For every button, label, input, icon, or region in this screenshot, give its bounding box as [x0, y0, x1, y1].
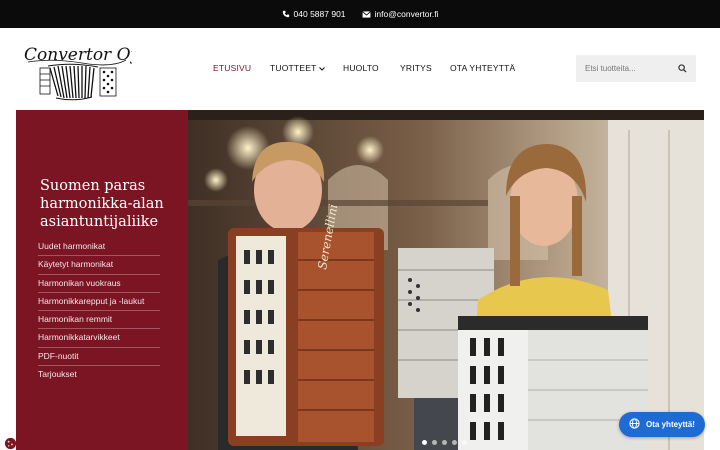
nav-item-yritys[interactable]: YRITYS [400, 63, 432, 73]
cookie-icon[interactable] [4, 437, 17, 450]
hero-section: Suomen paras harmonikka-alan asiantuntij… [16, 110, 704, 450]
phone-number: 040 5887 901 [293, 9, 346, 19]
hero-heading: Suomen paras harmonikka-alan asiantuntij… [40, 178, 164, 230]
category-item-kaytetyt[interactable]: Käytetyt harmonikat [38, 256, 160, 275]
category-menu: Uudet harmonikat Käytetyt harmonikat Har… [38, 238, 160, 384]
category-item-uudet[interactable]: Uudet harmonikat [38, 238, 160, 257]
chevron-down-icon [319, 63, 326, 73]
hero-image: Serenellini [188, 110, 704, 450]
category-item-reput[interactable]: Harmonikkarepput ja -laukut [38, 293, 160, 312]
slider-dot[interactable] [432, 440, 437, 445]
phone-icon [282, 10, 290, 18]
category-item-tarvikkeet[interactable]: Harmonikkatarvikkeet [38, 329, 160, 348]
top-bar: 040 5887 901 info@convertor.fi [0, 0, 720, 28]
category-item-vuokraus[interactable]: Harmonikan vuokraus [38, 275, 160, 293]
slider-dot[interactable] [462, 440, 467, 445]
chat-label: Ota yhteyttä! [646, 420, 695, 429]
slider-dot[interactable] [442, 440, 447, 445]
slider-dot[interactable] [422, 440, 427, 445]
nav-item-tuotteet[interactable]: TUOTTEET [270, 63, 326, 73]
category-item-remmit[interactable]: Harmonikan remmit [38, 311, 160, 330]
contact-chat-button[interactable]: Ota yhteyttä! [619, 412, 705, 437]
slider-dot[interactable] [452, 440, 457, 445]
site-logo[interactable]: Convertor Oy [22, 38, 141, 102]
site-header: Convertor Oy ETUSIVU TUOTTEET HUOLTO YRI… [0, 28, 720, 110]
phone-link[interactable]: 040 5887 901 [282, 9, 346, 19]
nav-item-etusivu[interactable]: ETUSIVU [213, 63, 251, 73]
search-input[interactable] [585, 64, 670, 73]
category-item-pdf-nuotit[interactable]: PDF-nuotit [38, 348, 160, 367]
search-box [576, 55, 696, 82]
envelope-icon [361, 10, 371, 18]
email-link[interactable]: info@convertor.fi [361, 9, 439, 19]
hero-sidebar: Suomen paras harmonikka-alan asiantuntij… [16, 110, 188, 450]
search-icon[interactable] [678, 60, 687, 78]
globe-icon [629, 418, 640, 431]
category-item-tarjoukset[interactable]: Tarjoukset [38, 366, 160, 384]
nav-item-huolto[interactable]: HUOLTO [343, 63, 379, 73]
nav-item-ota-yhteytta[interactable]: OTA YHTEYTTÄ [450, 63, 515, 73]
email-address: info@convertor.fi [374, 9, 439, 19]
slider-dots [422, 440, 467, 445]
